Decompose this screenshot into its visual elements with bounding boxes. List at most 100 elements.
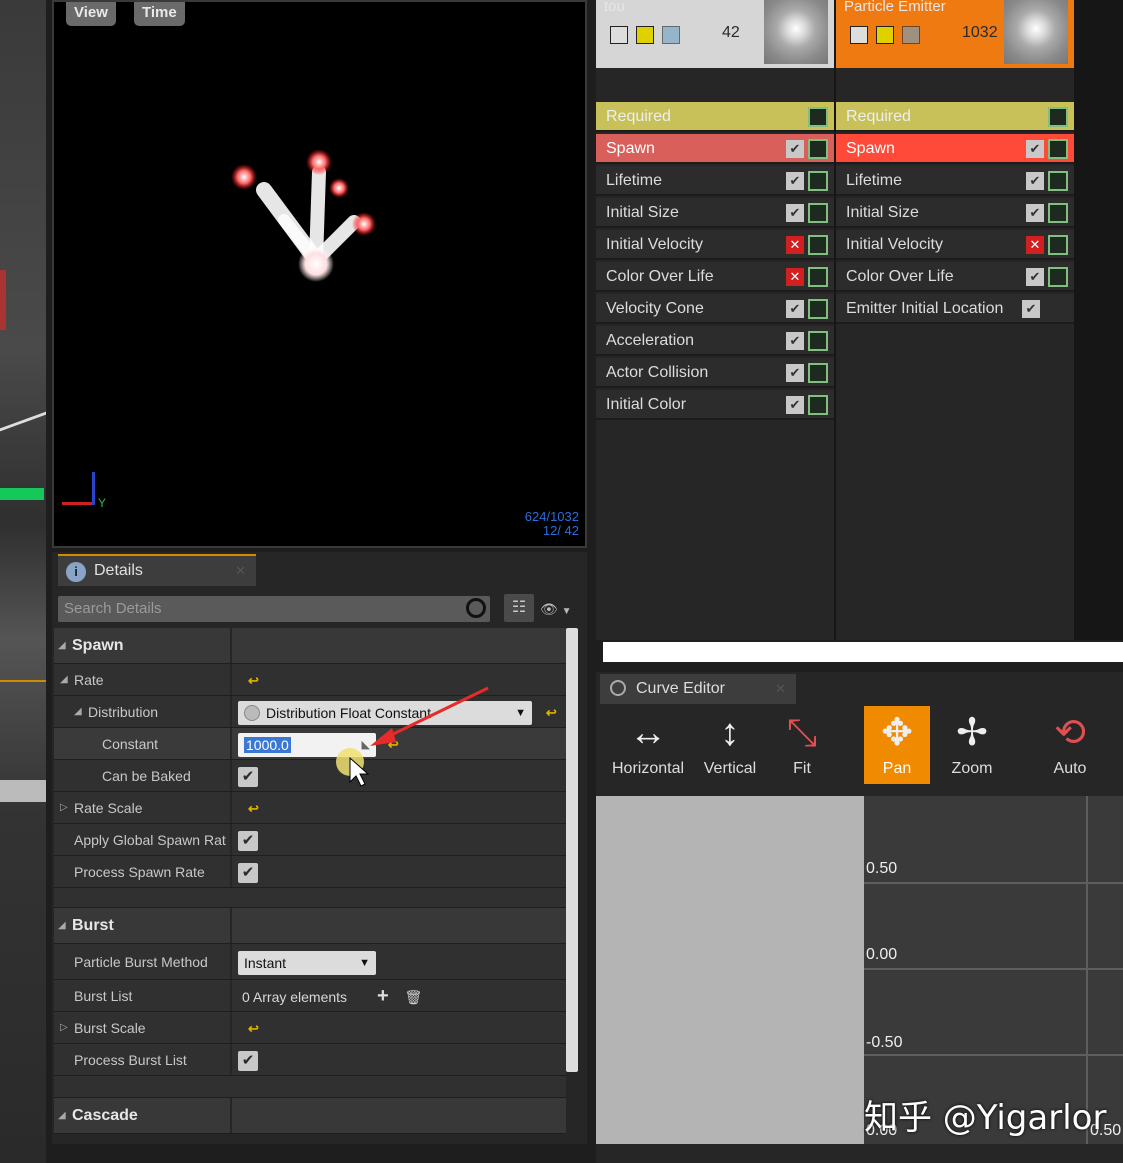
zoom-button[interactable]: ✢ Zoom xyxy=(934,706,1010,784)
module-enable-checkbox[interactable]: ✔ xyxy=(786,172,804,190)
module-row[interactable]: Spawn ✔ xyxy=(596,134,834,164)
module-label: Initial Size xyxy=(846,204,919,221)
emitter-header[interactable]: tou 42 xyxy=(596,0,834,68)
module-enable-checkbox[interactable]: ✔ xyxy=(786,364,804,382)
close-icon[interactable]: ✕ xyxy=(235,556,246,586)
curve-graph-icon[interactable] xyxy=(808,299,828,319)
module-row[interactable]: Initial Size ✔ xyxy=(836,198,1074,228)
module-disabled-checkbox[interactable]: ✕ xyxy=(786,268,804,286)
module-row[interactable]: Initial Velocity ✕ xyxy=(596,230,834,260)
curve-graph-icon[interactable] xyxy=(808,203,828,223)
reset-icon[interactable]: ↩ xyxy=(248,1013,259,1045)
category-spawn[interactable]: ◢ Spawn xyxy=(54,628,566,664)
horizontal-button[interactable]: ↔ Horizontal xyxy=(610,706,686,784)
curve-graph-icon[interactable] xyxy=(808,235,828,255)
auto-tangent-icon: ⟲ xyxy=(1054,712,1086,754)
emitter-enable-checkbox[interactable] xyxy=(850,26,868,44)
module-enable-checkbox[interactable]: ✔ xyxy=(1026,204,1044,222)
curve-graph-icon[interactable] xyxy=(808,331,828,351)
curve-graph-icon[interactable] xyxy=(808,107,828,127)
curve-graph-icon[interactable] xyxy=(808,171,828,191)
module-disabled-checkbox[interactable]: ✕ xyxy=(1026,236,1044,254)
auto-button[interactable]: ⟲ Auto xyxy=(1032,706,1108,784)
curve-graph-icon[interactable] xyxy=(808,267,828,287)
apply-global-checkbox[interactable]: ✔ xyxy=(238,831,258,852)
module-row[interactable]: Initial Color ✔ xyxy=(596,390,834,420)
trash-icon[interactable]: 🗑 xyxy=(405,989,423,1005)
module-row[interactable]: Initial Size ✔ xyxy=(596,198,834,228)
emitter-column[interactable]: Particle Emitter 1032 Required Spawn ✔ Lifeti… xyxy=(836,0,1074,640)
tab-curve-editor[interactable]: Curve Editor ✕ xyxy=(600,674,796,704)
module-enable-checkbox[interactable]: ✔ xyxy=(1026,140,1044,158)
details-scrollbar[interactable] xyxy=(566,628,578,1072)
particle-viewport[interactable]: View Time Y 624/1032 12/ 42 xyxy=(52,0,587,548)
module-enable-checkbox[interactable]: ✔ xyxy=(1026,172,1044,190)
curve-graph-icon[interactable] xyxy=(1048,235,1068,255)
module-row[interactable]: Acceleration ✔ xyxy=(596,326,834,356)
burst-method-dropdown[interactable]: Instant ▼ xyxy=(238,951,376,976)
constant-input[interactable]: 1000.0 ◣ xyxy=(238,733,376,758)
curve-track-list[interactable] xyxy=(596,796,864,1144)
process-burst-list-checkbox[interactable]: ✔ xyxy=(238,1051,258,1072)
module-disabled-checkbox[interactable]: ✕ xyxy=(786,236,804,254)
solo-icon[interactable] xyxy=(902,26,920,44)
module-enable-checkbox[interactable]: ✔ xyxy=(1026,268,1044,286)
reset-icon[interactable]: ↩ xyxy=(248,665,259,697)
category-burst[interactable]: ◢ Burst xyxy=(54,908,566,944)
search-details-input[interactable]: Search Details xyxy=(58,596,490,622)
curve-graph-icon[interactable] xyxy=(1048,203,1068,223)
reset-icon[interactable]: ↩ xyxy=(388,729,399,761)
reset-icon[interactable]: ↩ xyxy=(546,697,557,729)
module-row[interactable]: Initial Velocity ✕ xyxy=(836,230,1074,260)
module-enable-checkbox[interactable]: ✔ xyxy=(786,396,804,414)
property-matrix-button[interactable]: ☷ xyxy=(504,594,534,622)
curve-graph-icon[interactable] xyxy=(1048,267,1068,287)
render-mode-icon[interactable] xyxy=(636,26,654,44)
emitter-header[interactable]: Particle Emitter 1032 xyxy=(836,0,1074,68)
emitter-enable-checkbox[interactable] xyxy=(610,26,628,44)
curve-graph-icon[interactable] xyxy=(1048,139,1068,159)
distribution-dropdown[interactable]: Distribution Float Constant ▼ xyxy=(238,701,532,726)
render-mode-icon[interactable] xyxy=(876,26,894,44)
view-button[interactable]: View xyxy=(66,2,116,26)
module-row[interactable]: Required xyxy=(836,102,1074,132)
module-row[interactable]: Actor Collision ✔ xyxy=(596,358,834,388)
emitter-scrollbar[interactable] xyxy=(603,642,1123,662)
module-row[interactable]: Emitter Initial Location ✔ xyxy=(836,294,1074,324)
close-icon[interactable]: ✕ xyxy=(775,674,786,704)
can-be-baked-checkbox[interactable]: ✔ xyxy=(238,767,258,788)
time-button[interactable]: Time xyxy=(134,2,185,26)
module-row[interactable]: Lifetime ✔ xyxy=(836,166,1074,196)
module-row[interactable]: Lifetime ✔ xyxy=(596,166,834,196)
property-label: Rate Scale xyxy=(54,792,232,823)
process-spawn-rate-checkbox[interactable]: ✔ xyxy=(238,863,258,884)
module-enable-checkbox[interactable]: ✔ xyxy=(786,204,804,222)
curve-graph-icon[interactable] xyxy=(808,395,828,415)
vertical-button[interactable]: ↕ Vertical xyxy=(692,706,768,784)
curve-graph-icon[interactable] xyxy=(1048,171,1068,191)
pan-button[interactable]: ✥ Pan xyxy=(864,706,930,784)
module-row[interactable]: Required xyxy=(596,102,834,132)
view-options-button[interactable]: 👁 ▼ xyxy=(540,598,584,620)
spin-icon[interactable]: ◣ xyxy=(362,733,370,757)
add-element-icon[interactable]: + xyxy=(377,985,389,1007)
module-enable-checkbox[interactable]: ✔ xyxy=(786,140,804,158)
zoom-icon: ✢ xyxy=(956,712,988,754)
module-row[interactable]: Color Over Life ✕ xyxy=(596,262,834,292)
module-enable-checkbox[interactable]: ✔ xyxy=(1022,300,1040,318)
module-enable-checkbox[interactable]: ✔ xyxy=(786,300,804,318)
curve-graph-icon[interactable] xyxy=(1048,107,1068,127)
tab-details[interactable]: i Details ✕ xyxy=(58,554,256,586)
curve-graph-icon[interactable] xyxy=(808,139,828,159)
emitter-column[interactable]: tou 42 Required Spawn ✔ Lifetime ✔ Initial Size… xyxy=(596,0,834,640)
solo-icon[interactable] xyxy=(662,26,680,44)
reset-icon[interactable]: ↩ xyxy=(248,793,259,825)
module-row[interactable]: Spawn ✔ xyxy=(836,134,1074,164)
module-row[interactable]: Color Over Life ✔ xyxy=(836,262,1074,292)
module-row[interactable]: Velocity Cone ✔ xyxy=(596,294,834,324)
module-enable-checkbox[interactable]: ✔ xyxy=(786,332,804,350)
category-cascade[interactable]: ◢ Cascade xyxy=(54,1098,566,1134)
search-icon[interactable] xyxy=(466,598,486,618)
fit-button[interactable]: ⤡ Fit xyxy=(764,706,840,784)
curve-graph-icon[interactable] xyxy=(808,363,828,383)
